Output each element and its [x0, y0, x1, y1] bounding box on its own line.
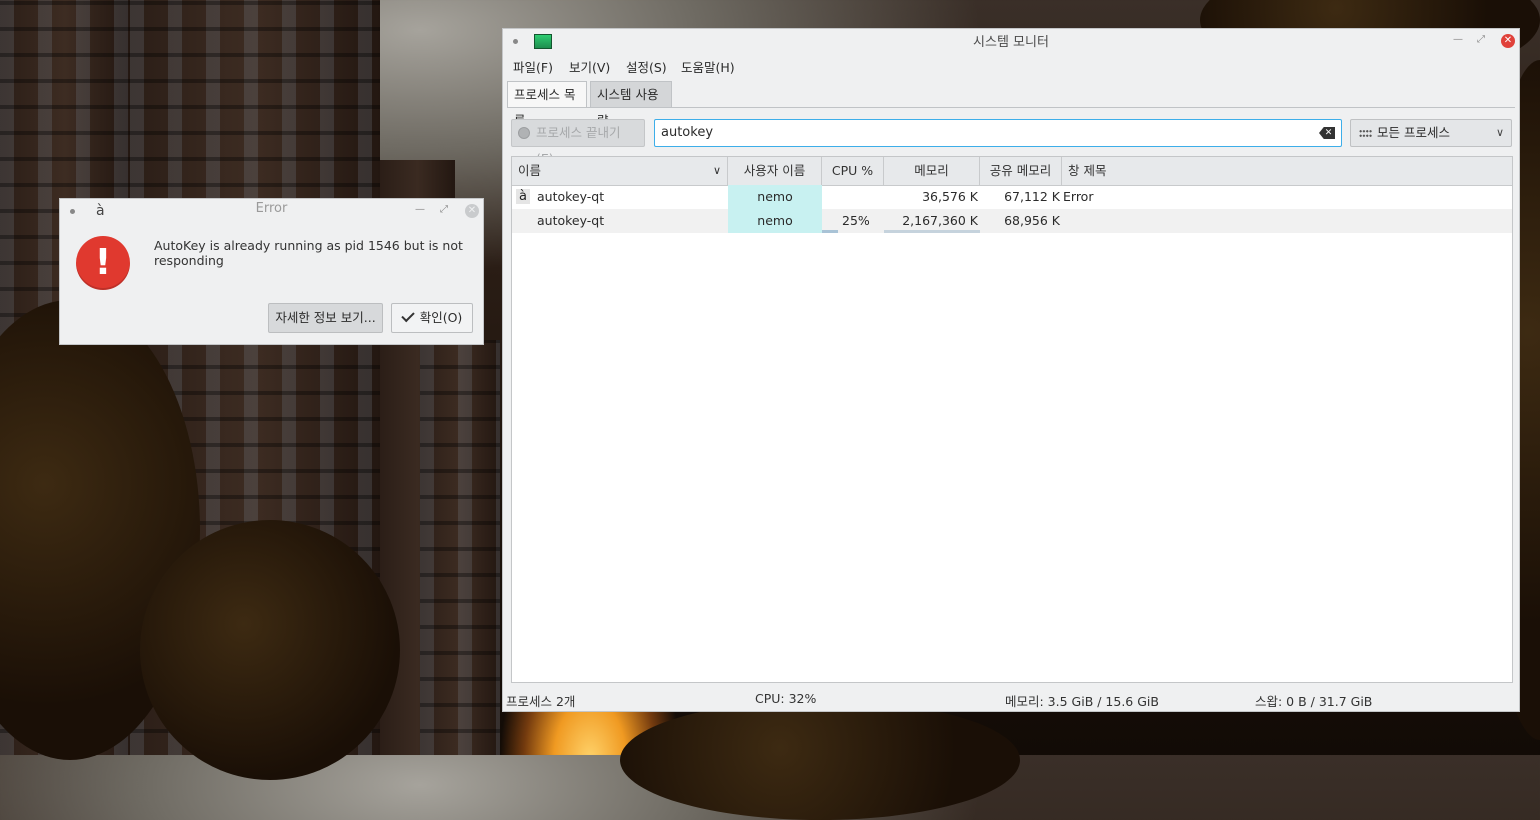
show-details-button[interactable]: 자세한 정보 보기...: [268, 303, 383, 333]
column-header-memory[interactable]: 메모리: [884, 157, 980, 185]
process-filter-select[interactable]: 모든 프로세스 ∨: [1350, 119, 1512, 147]
menu-help[interactable]: 도움말(H): [681, 57, 735, 76]
close-icon[interactable]: ✕: [1501, 34, 1515, 48]
process-user: nemo: [728, 209, 822, 233]
end-process-icon: [518, 127, 530, 139]
process-cpu-cell: 25%: [822, 209, 884, 233]
table-row[interactable]: autokey-qt nemo 25% 2,167,360 K 68,956 K: [512, 209, 1512, 233]
minimize-icon[interactable]: —: [415, 204, 425, 215]
process-search-input[interactable]: autokey ✕: [654, 119, 1342, 147]
end-process-button[interactable]: 프로세스 끝내기(E)...: [511, 119, 645, 166]
column-header-shared-memory[interactable]: 공유 메모리: [980, 157, 1062, 185]
menu-file[interactable]: 파일(F): [513, 57, 553, 76]
tab-process-list[interactable]: 프로세스 목록: [507, 81, 587, 128]
grid-icon: [1359, 129, 1372, 138]
memory-usage-bar: [884, 230, 980, 233]
process-name: autokey-qt: [537, 189, 605, 204]
process-shared-memory: 68,956 K: [1004, 213, 1060, 228]
column-header-name[interactable]: 이름 ∨: [512, 157, 728, 185]
maximize-icon[interactable]: ⤢: [1477, 34, 1485, 45]
system-monitor-window: 시스템 모니터 — ⤢ ✕ 파일(F) 보기(V) 설정(S) 도움말(H) 프…: [502, 28, 1520, 712]
sort-chevron-icon: ∨: [712, 164, 721, 177]
process-memory: 36,576 K: [922, 189, 978, 204]
process-window-title: Error: [1063, 189, 1094, 204]
clear-search-icon[interactable]: ✕: [1319, 127, 1335, 139]
maximize-icon[interactable]: ⤢: [440, 204, 448, 215]
table-row[interactable]: à autokey-qt nemo 36,576 K 67,112 K Erro…: [512, 185, 1512, 209]
minimize-icon[interactable]: —: [1453, 34, 1463, 45]
status-swap: 스왑: 0 B / 31.7 GiB: [1255, 694, 1373, 709]
column-header-cpu[interactable]: CPU %: [822, 157, 884, 185]
table-header: 이름 ∨ 사용자 이름 CPU % 메모리 공유 메모리 창 제목: [512, 157, 1512, 186]
autokey-app-icon: à: [516, 189, 530, 204]
window-title: 시스템 모니터: [973, 35, 1049, 50]
close-icon[interactable]: ✕: [465, 204, 479, 218]
column-header-user[interactable]: 사용자 이름: [728, 157, 822, 185]
status-memory: 메모리: 3.5 GiB / 15.6 GiB: [1005, 694, 1159, 709]
column-header-window-title[interactable]: 창 제목: [1062, 157, 1512, 185]
ok-button[interactable]: 확인(O): [391, 303, 473, 333]
status-cpu: CPU: 32%: [755, 691, 817, 706]
titlebar[interactable]: 시스템 모니터 — ⤢ ✕: [503, 29, 1519, 53]
error-message: AutoKey is already running as pid 1546 b…: [154, 238, 463, 268]
process-shared-memory: 67,112 K: [1004, 189, 1060, 204]
cpu-usage-bar: [822, 230, 838, 233]
process-cpu: 25%: [842, 213, 870, 228]
process-cpu: [822, 185, 884, 209]
menubar: 파일(F) 보기(V) 설정(S) 도움말(H): [503, 53, 1519, 77]
process-user: nemo: [728, 185, 822, 209]
chevron-down-icon: ∨: [1495, 126, 1504, 139]
menu-settings[interactable]: 설정(S): [626, 57, 667, 76]
status-bar: 프로세스 2개 CPU: 32% 메모리: 3.5 GiB / 15.6 GiB…: [503, 687, 1519, 711]
menu-view[interactable]: 보기(V): [569, 57, 610, 76]
error-dialog: à Error — ⤢ ✕ ! AutoKey is already runni…: [59, 198, 484, 345]
check-icon: [400, 308, 415, 323]
process-name: autokey-qt: [537, 213, 605, 228]
status-process-count: 프로세스 2개: [506, 694, 576, 709]
process-table: 이름 ∨ 사용자 이름 CPU % 메모리 공유 메모리 창 제목 à auto…: [511, 156, 1513, 683]
tab-system-usage[interactable]: 시스템 사용량: [590, 81, 672, 128]
error-icon: !: [76, 236, 130, 290]
